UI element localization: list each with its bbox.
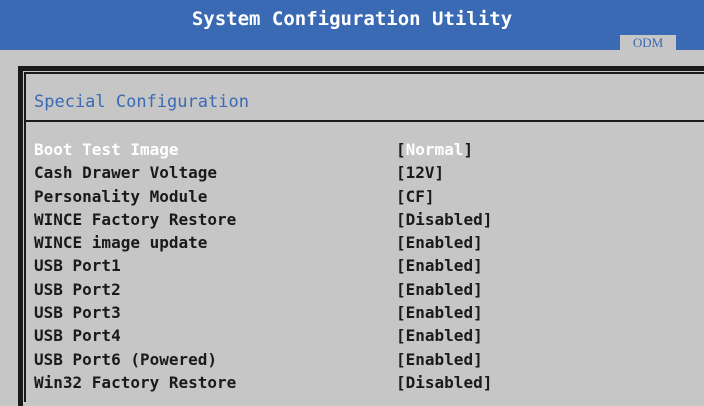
setting-value[interactable]: [Normal] <box>396 138 473 161</box>
setting-label: Boot Test Image <box>34 140 179 159</box>
setting-row[interactable]: Cash Drawer Voltage [12V] <box>34 161 704 184</box>
setting-label: Personality Module <box>34 186 208 206</box>
setting-label: USB Port1 <box>34 256 121 276</box>
setting-row[interactable]: Boot Test Image [Normal] <box>34 138 704 161</box>
setting-row[interactable]: USB Port1 [Enabled] <box>34 254 704 277</box>
setting-value[interactable]: [Enabled] <box>396 278 483 301</box>
setting-value-text: Enabled <box>405 349 474 369</box>
setting-value[interactable]: [Enabled] <box>396 301 483 324</box>
setting-value-text: Enabled <box>405 256 474 276</box>
section-title: Special Configuration <box>34 92 249 112</box>
setting-label: WINCE Factory Restore <box>34 209 237 229</box>
setting-label: USB Port2 <box>34 279 121 299</box>
setting-value-text: CF <box>405 186 425 206</box>
setting-label: Cash Drawer Voltage <box>34 163 218 183</box>
settings-list: Boot Test Image [Normal] Cash Drawer Vol… <box>34 138 704 394</box>
setting-row[interactable]: USB Port3 [Enabled] <box>34 301 704 324</box>
setting-value-text: Enabled <box>405 279 474 299</box>
setting-row[interactable]: USB Port4 [Enabled] <box>34 324 704 347</box>
tab-odm[interactable]: ODM <box>620 35 676 51</box>
setting-value-text: Enabled <box>405 233 474 253</box>
setting-value[interactable]: [12V] <box>396 161 444 184</box>
setting-value-text: Disabled <box>405 209 483 229</box>
setting-row[interactable]: WINCE Factory Restore [Disabled] <box>34 208 704 231</box>
setting-value-text: 12V <box>405 163 435 183</box>
setting-row[interactable]: Personality Module [CF] <box>34 185 704 208</box>
setting-value-text: Normal <box>405 140 464 159</box>
setting-value[interactable]: [Enabled] <box>396 254 483 277</box>
setting-value-text: Disabled <box>405 372 483 392</box>
setting-value-text: Enabled <box>405 326 474 346</box>
title-bar: System Configuration Utility ODM <box>0 0 704 51</box>
setting-value[interactable]: [Enabled] <box>396 348 483 371</box>
setting-label: USB Port6 (Powered) <box>34 349 218 369</box>
setting-value[interactable]: [Enabled] <box>396 324 483 347</box>
setting-value-text: Enabled <box>405 303 474 323</box>
setting-label: USB Port4 <box>34 326 121 346</box>
window-title: System Configuration Utility <box>191 8 513 30</box>
setting-row[interactable]: WINCE image update [Enabled] <box>34 231 704 254</box>
setting-row[interactable]: USB Port6 (Powered) [Enabled] <box>34 348 704 371</box>
setting-row[interactable]: USB Port2 [Enabled] <box>34 278 704 301</box>
section-divider <box>26 120 704 122</box>
setting-value[interactable]: [CF] <box>396 185 435 208</box>
setting-label: USB Port3 <box>34 303 121 323</box>
setting-value[interactable]: [Disabled] <box>396 208 492 231</box>
setting-value[interactable]: [Enabled] <box>396 231 483 254</box>
setting-label: WINCE image update <box>34 233 208 253</box>
